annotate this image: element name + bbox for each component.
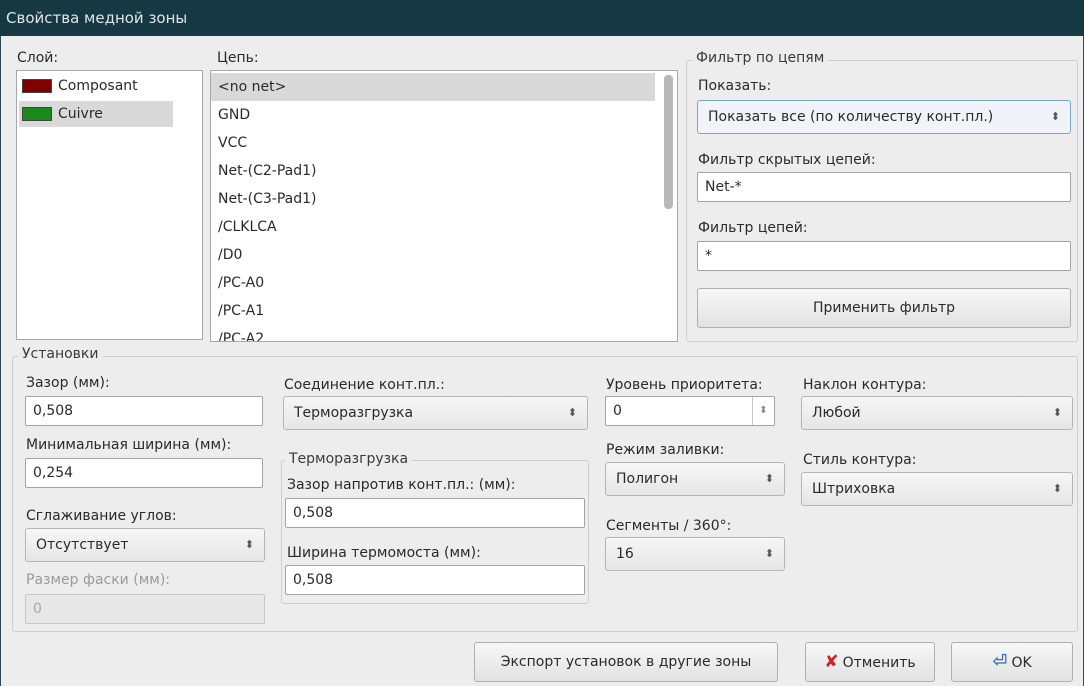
net-filter-group-title: Фильтр по цепям (692, 50, 829, 66)
fill-mode-label: Режим заливки: (606, 442, 725, 458)
thermal-group-title: Терморазгрузка (285, 451, 413, 467)
ok-button-label: OK (1011, 655, 1032, 671)
net-item[interactable]: VCC (211, 129, 655, 157)
net-filter-label: Фильтр цепей: (698, 220, 808, 236)
spinner-arrows-icon: ⬍ (244, 538, 254, 551)
export-settings-button[interactable]: Экспорт установок в другие зоны (474, 642, 778, 682)
layer-label: Слой: (17, 50, 59, 66)
hidden-filter-input[interactable]: Net-* (697, 172, 1071, 202)
net-label: Цепь: (217, 50, 259, 66)
clearance-label: Зазор (мм): (26, 375, 110, 391)
spinner-arrows-icon: ⬍ (764, 472, 774, 485)
smoothing-label: Сглаживание углов: (26, 508, 177, 524)
layer-item-label: Composant (58, 78, 138, 94)
cancel-icon: ✘ (824, 652, 839, 672)
pad-connection-select[interactable]: Терморазгрузка ⬍ (283, 396, 588, 430)
outline-style-select[interactable]: Штриховка ⬍ (801, 472, 1073, 506)
priority-label: Уровень приоритета: (606, 377, 763, 393)
spinner-arrows-icon: ⬍ (764, 547, 774, 560)
net-item[interactable]: /PC-A0 (211, 269, 655, 297)
net-item[interactable]: <no net> (211, 73, 655, 101)
fill-mode-select[interactable]: Полигон ⬍ (605, 462, 785, 496)
hidden-filter-label: Фильтр скрытых цепей: (698, 152, 876, 168)
net-list-scrollbar[interactable] (664, 75, 673, 209)
pad-connection-select-value: Терморазгрузка (294, 405, 414, 421)
apply-filter-button[interactable]: Применить фильтр (697, 288, 1071, 328)
spinner-arrows-icon: ⬍ (1050, 110, 1060, 123)
outline-slope-select[interactable]: Любой ⬍ (801, 396, 1073, 430)
window-title: Свойства медной зоны (0, 0, 1084, 36)
spinner-arrows-icon: ⬍ (1052, 406, 1062, 419)
spinner-arrows-icon: ⬍ (567, 406, 577, 419)
net-item[interactable]: Net-(C3-Pad1) (211, 185, 655, 213)
pad-connection-label: Соединение конт.пл.: (284, 377, 445, 393)
layer-item-label: Cuivre (58, 106, 103, 122)
spoke-width-label: Ширина термомоста (мм): (287, 545, 481, 561)
outline-slope-select-value: Любой (812, 405, 861, 421)
settings-group-title: Установки (18, 346, 103, 362)
show-select[interactable]: Показать все (по количеству конт.пл.) ⬍ (697, 100, 1071, 134)
net-item[interactable]: GND (211, 101, 655, 129)
spinner-arrows-icon: ⬍ (1052, 482, 1062, 495)
ok-button[interactable]: ⏎ OK (951, 642, 1073, 682)
priority-spin-buttons[interactable]: ⬍ (752, 397, 774, 425)
antipad-label: Зазор напротив конт.пл.: (мм): (287, 477, 516, 493)
outline-style-select-value: Штриховка (812, 481, 896, 497)
segments-select[interactable]: 16 ⬍ (605, 537, 785, 571)
chamfer-label: Размер фаски (мм): (26, 572, 170, 588)
spoke-width-input[interactable]: 0,508 (285, 565, 585, 595)
cancel-button[interactable]: ✘ Отменить (805, 642, 935, 682)
net-filter-input[interactable]: * (697, 241, 1071, 271)
layer-list[interactable]: Composant Cuivre (16, 70, 203, 340)
show-label: Показать: (698, 78, 772, 94)
net-item[interactable]: /CLKLCA (211, 213, 655, 241)
show-select-value: Показать все (по количеству конт.пл.) (708, 109, 994, 125)
net-item[interactable]: Net-(C2-Pad1) (211, 157, 655, 185)
min-width-input[interactable]: 0,254 (25, 458, 263, 488)
layer-item-cuivre[interactable]: Cuivre (19, 101, 173, 127)
segments-select-value: 16 (616, 546, 634, 562)
net-item[interactable]: /PC-A2 (211, 325, 655, 341)
min-width-label: Минимальная ширина (мм): (26, 437, 232, 453)
smoothing-select[interactable]: Отсутствует ⬍ (25, 528, 265, 562)
net-item[interactable]: /D0 (211, 241, 655, 269)
segments-label: Сегменты / 360°: (606, 518, 732, 534)
chamfer-input[interactable]: 0 (25, 594, 265, 624)
layer-item-composant[interactable]: Composant (19, 73, 173, 99)
net-list[interactable]: <no net> GND VCC Net-(C2-Pad1) Net-(C3-P… (210, 70, 678, 342)
outline-slope-label: Наклон контура: (803, 377, 927, 393)
fill-mode-select-value: Полигон (616, 471, 679, 487)
net-item[interactable]: /PC-A1 (211, 297, 655, 325)
layer-color-swatch (22, 107, 52, 121)
antipad-input[interactable]: 0,508 (285, 498, 585, 528)
cancel-button-label: Отменить (842, 655, 916, 671)
smoothing-select-value: Отсутствует (36, 537, 129, 553)
outline-style-label: Стиль контура: (803, 452, 917, 468)
layer-color-swatch (22, 79, 52, 93)
priority-input[interactable]: 0 (605, 396, 775, 426)
clearance-input[interactable]: 0,508 (25, 396, 263, 426)
ok-enter-icon: ⏎ (992, 651, 1008, 672)
